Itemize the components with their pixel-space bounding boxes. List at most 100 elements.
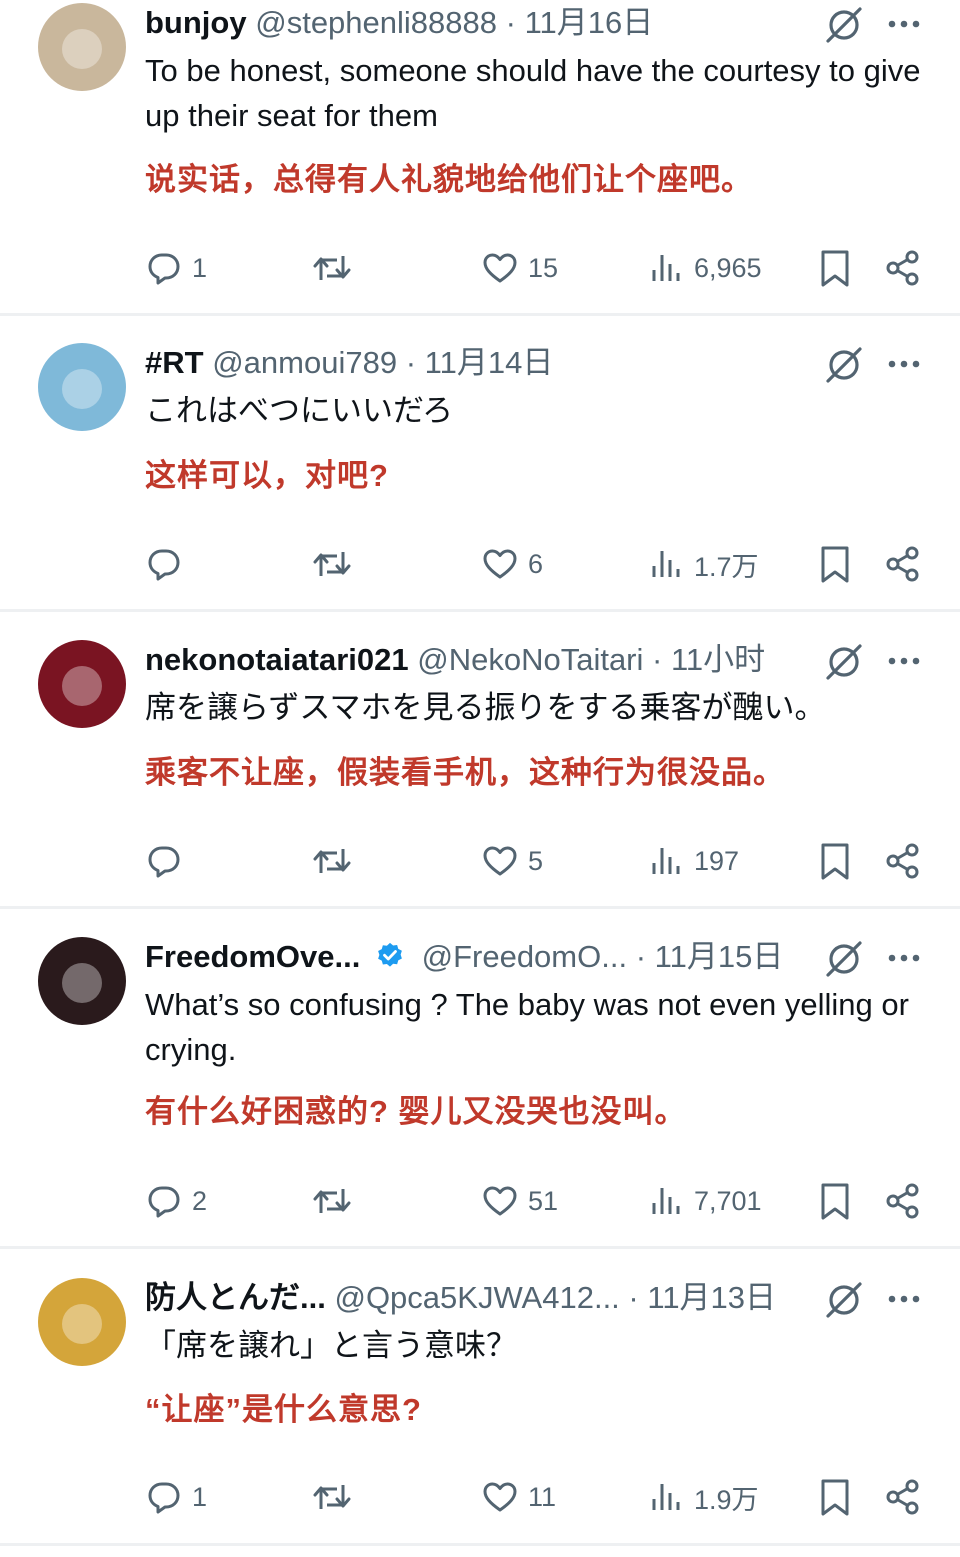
tweet-2[interactable]: #RT @anmoui789 · 11月14日 これはべつにいいだろ 这样可以，… bbox=[0, 340, 960, 609]
tweet-translation: “让座”是什么意思? bbox=[145, 1392, 422, 1427]
timestamp[interactable]: 11月16日 bbox=[525, 5, 654, 40]
bar-chart-icon bbox=[652, 1484, 680, 1510]
share-button[interactable] bbox=[884, 1179, 922, 1223]
avatar-image bbox=[38, 1278, 126, 1366]
more-dots-icon[interactable] bbox=[886, 938, 922, 983]
like-button[interactable]: 51 bbox=[482, 1179, 558, 1223]
reply-button[interactable]: 2 bbox=[146, 1179, 207, 1223]
tweet-divider bbox=[0, 1246, 960, 1249]
slashed-circle-icon[interactable] bbox=[822, 4, 866, 49]
tweet-divider bbox=[0, 313, 960, 316]
bookmark-button[interactable] bbox=[818, 1179, 852, 1223]
speech-bubble-icon bbox=[148, 253, 180, 285]
slashed-circle-icon[interactable] bbox=[822, 938, 866, 983]
share-button[interactable] bbox=[884, 1475, 922, 1519]
bookmark-icon bbox=[821, 843, 849, 880]
author-name[interactable]: #RT bbox=[145, 345, 204, 380]
more-dots-icon[interactable] bbox=[886, 641, 922, 686]
more-dots-icon[interactable] bbox=[886, 344, 922, 389]
timestamp[interactable]: 11月13日 bbox=[647, 1280, 776, 1315]
avatar-image bbox=[38, 343, 126, 431]
bookmark-button[interactable] bbox=[818, 839, 852, 883]
share-icon bbox=[886, 1479, 919, 1515]
retweet-button[interactable] bbox=[312, 1179, 352, 1223]
avatar[interactable] bbox=[38, 640, 126, 728]
bar-chart-icon bbox=[652, 551, 680, 577]
views-button[interactable]: 6,965 bbox=[650, 246, 762, 290]
heart-icon bbox=[483, 1186, 517, 1216]
like-count: 51 bbox=[528, 1185, 559, 1216]
view-count: 197 bbox=[694, 845, 740, 876]
retweet-icon bbox=[313, 256, 351, 280]
like-count: 15 bbox=[528, 252, 559, 283]
reply-button[interactable]: 1 bbox=[146, 246, 207, 290]
bookmark-button[interactable] bbox=[818, 246, 852, 290]
reply-button[interactable] bbox=[146, 839, 192, 883]
avatar[interactable] bbox=[38, 3, 126, 91]
share-icon bbox=[886, 546, 919, 582]
avatar[interactable] bbox=[38, 343, 126, 431]
like-button[interactable]: 15 bbox=[482, 246, 558, 290]
avatar[interactable] bbox=[38, 1278, 126, 1366]
timestamp[interactable]: 11小时 bbox=[671, 642, 765, 677]
bookmark-button[interactable] bbox=[818, 1475, 852, 1519]
tweet-header: #RT @anmoui789 · 11月14日 bbox=[145, 340, 553, 386]
author-name[interactable]: 防人とんだ... bbox=[145, 1280, 326, 1315]
bar-chart-icon bbox=[652, 1188, 680, 1214]
more-dots-icon[interactable] bbox=[886, 4, 922, 49]
verified-badge-icon bbox=[375, 938, 405, 984]
views-button[interactable]: 197 bbox=[650, 839, 739, 883]
tweet-3[interactable]: nekonotaiatari021 @NekoNoTaitari · 11小时 bbox=[0, 637, 960, 906]
tweet-actions: 6 1.7万 bbox=[0, 542, 960, 586]
more-dots-icon[interactable] bbox=[886, 1279, 922, 1324]
views-button[interactable]: 1.9万 bbox=[650, 1475, 759, 1519]
share-button[interactable] bbox=[884, 246, 922, 290]
tweet-actions: 5 197 bbox=[0, 839, 960, 883]
author-name[interactable]: nekonotaiatari021 bbox=[145, 642, 409, 677]
share-icon bbox=[886, 250, 919, 286]
reply-button[interactable] bbox=[146, 542, 192, 586]
timestamp[interactable]: 11月15日 bbox=[655, 939, 784, 974]
share-icon bbox=[886, 1183, 919, 1219]
avatar[interactable] bbox=[38, 937, 126, 1025]
author-handle[interactable]: @stephenli88888 bbox=[255, 5, 497, 40]
views-button[interactable]: 7,701 bbox=[650, 1179, 762, 1223]
tweet-1[interactable]: bunjoy @stephenli88888 · 11月16日 To be ho… bbox=[0, 0, 960, 313]
author-handle[interactable]: @anmoui789 bbox=[212, 345, 397, 380]
retweet-button[interactable] bbox=[312, 542, 352, 586]
retweet-button[interactable] bbox=[312, 839, 352, 883]
like-button[interactable]: 5 bbox=[482, 839, 543, 883]
author-handle[interactable]: @NekoNoTaitari bbox=[417, 642, 643, 677]
retweet-icon bbox=[313, 1485, 351, 1509]
author-name[interactable]: FreedomOve... bbox=[145, 939, 360, 974]
like-count: 5 bbox=[528, 845, 544, 876]
speech-bubble-icon bbox=[148, 1186, 180, 1218]
slashed-circle-icon[interactable] bbox=[822, 641, 866, 686]
tweet-text: 「席を譲れ」と言う意味？ bbox=[145, 1328, 517, 1363]
like-button[interactable]: 11 bbox=[482, 1475, 556, 1519]
tweet-header: 防人とんだ... @Qpca5KJWA412... · 11月13日 bbox=[145, 1275, 776, 1321]
slashed-circle-icon[interactable] bbox=[822, 1279, 866, 1324]
bar-chart-icon bbox=[652, 255, 680, 281]
share-button[interactable] bbox=[884, 542, 922, 586]
tweet-4[interactable]: FreedomOve... @FreedomO... · 11月15日 What… bbox=[0, 934, 960, 1246]
slashed-circle-icon[interactable] bbox=[822, 344, 866, 389]
bookmark-button[interactable] bbox=[818, 542, 852, 586]
like-count: 6 bbox=[528, 548, 544, 579]
reply-count: 2 bbox=[192, 1185, 208, 1216]
separator-dot: · bbox=[405, 345, 417, 380]
reply-button[interactable]: 1 bbox=[146, 1475, 207, 1519]
tweet-5[interactable]: 防人とんだ... @Qpca5KJWA412... · 11月13日 「席を譲れ… bbox=[0, 1275, 960, 1543]
author-handle[interactable]: @Qpca5KJWA412... bbox=[334, 1280, 619, 1315]
like-button[interactable]: 6 bbox=[482, 542, 543, 586]
retweet-button[interactable] bbox=[312, 246, 352, 290]
author-name[interactable]: bunjoy bbox=[145, 5, 247, 40]
author-handle[interactable]: @FreedomO... bbox=[422, 939, 627, 974]
share-button[interactable] bbox=[884, 839, 922, 883]
retweet-button[interactable] bbox=[312, 1475, 352, 1519]
bookmark-icon bbox=[821, 1479, 849, 1516]
tweet-divider bbox=[0, 1543, 960, 1546]
views-button[interactable]: 1.7万 bbox=[650, 542, 759, 586]
timestamp[interactable]: 11月14日 bbox=[425, 345, 554, 380]
view-count: 7,701 bbox=[694, 1185, 762, 1216]
